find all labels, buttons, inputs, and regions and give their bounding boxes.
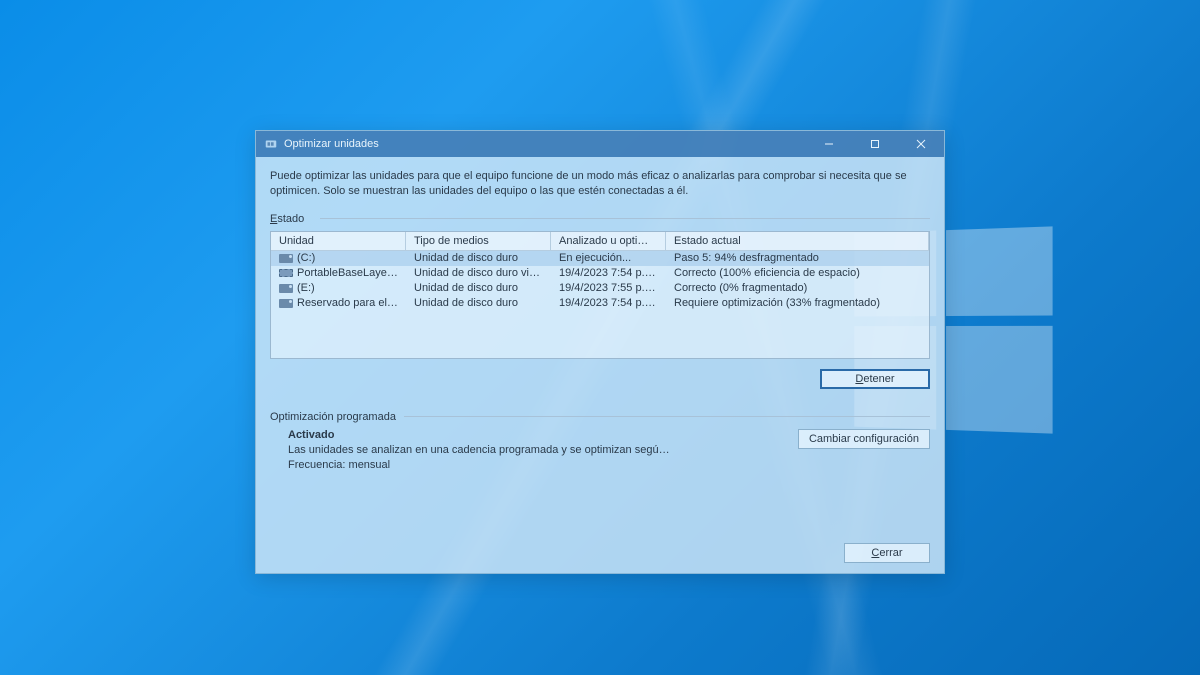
vhd-icon (279, 269, 293, 277)
drive-media: Unidad de disco duro vi… (406, 266, 551, 281)
titlebar[interactable]: Optimizar unidades (256, 131, 944, 157)
drive-name: Reservado para el s… (297, 297, 406, 309)
scheduled-section-label: Optimización programada (270, 411, 930, 423)
optimize-drives-window: Optimizar unidades Puede optimizar las u… (255, 130, 945, 574)
app-icon (264, 137, 278, 151)
drive-status: Paso 5: 94% desfragmentado (666, 251, 929, 266)
scheduled-state: Activado (288, 429, 798, 441)
col-header-status[interactable]: Estado actual (666, 232, 929, 250)
drive-status: Correcto (0% fragmentado) (666, 281, 929, 296)
close-button[interactable] (898, 131, 944, 157)
status-section-label: Estado (270, 213, 930, 225)
drive-name: PortableBaseLayer … (297, 267, 405, 279)
drive-analyzed: 19/4/2023 7:55 p. m. (551, 281, 666, 296)
col-header-media[interactable]: Tipo de medios (406, 232, 551, 250)
drive-row[interactable]: Reservado para el s…Unidad de disco duro… (271, 296, 929, 311)
maximize-button[interactable] (852, 131, 898, 157)
minimize-button[interactable] (806, 131, 852, 157)
col-header-analyzed[interactable]: Analizado u optim… (551, 232, 666, 250)
close-dialog-button[interactable]: Cerrar (844, 543, 930, 563)
drive-analyzed: 19/4/2023 7:54 p. m. (551, 296, 666, 311)
hdd-icon (279, 299, 293, 308)
drive-media: Unidad de disco duro (406, 251, 551, 266)
scheduled-desc-line2: Frecuencia: mensual (288, 459, 698, 471)
hdd-icon (279, 254, 293, 263)
drive-name: (C:) (297, 252, 315, 264)
drive-row[interactable]: (E:) Unidad de disco duro19/4/2023 7:55 p… (271, 281, 929, 296)
drive-analyzed: 19/4/2023 7:54 p. m. (551, 266, 666, 281)
drive-row[interactable]: PortableBaseLayer …Unidad de disco duro … (271, 266, 929, 281)
drives-list-header[interactable]: Unidad Tipo de medios Analizado u optim…… (271, 232, 929, 251)
hdd-icon (279, 284, 293, 293)
stop-button[interactable]: Detener (820, 369, 930, 389)
drive-analyzed: En ejecución... (551, 251, 666, 266)
drive-status: Requiere optimización (33% fragmentado) (666, 296, 929, 311)
description-text: Puede optimizar las unidades para que el… (270, 169, 930, 199)
window-title: Optimizar unidades (284, 138, 379, 150)
drive-media: Unidad de disco duro (406, 296, 551, 311)
drive-row[interactable]: (C:) Unidad de disco duroEn ejecución...P… (271, 251, 929, 266)
drives-list[interactable]: Unidad Tipo de medios Analizado u optim…… (270, 231, 930, 359)
drive-status: Correcto (100% eficiencia de espacio) (666, 266, 929, 281)
drive-name: (E:) (297, 282, 315, 294)
drive-media: Unidad de disco duro (406, 281, 551, 296)
change-settings-button[interactable]: Cambiar configuración (798, 429, 930, 449)
scheduled-desc-line1: Las unidades se analizan en una cadencia… (288, 444, 698, 456)
col-header-drive[interactable]: Unidad (271, 232, 406, 250)
